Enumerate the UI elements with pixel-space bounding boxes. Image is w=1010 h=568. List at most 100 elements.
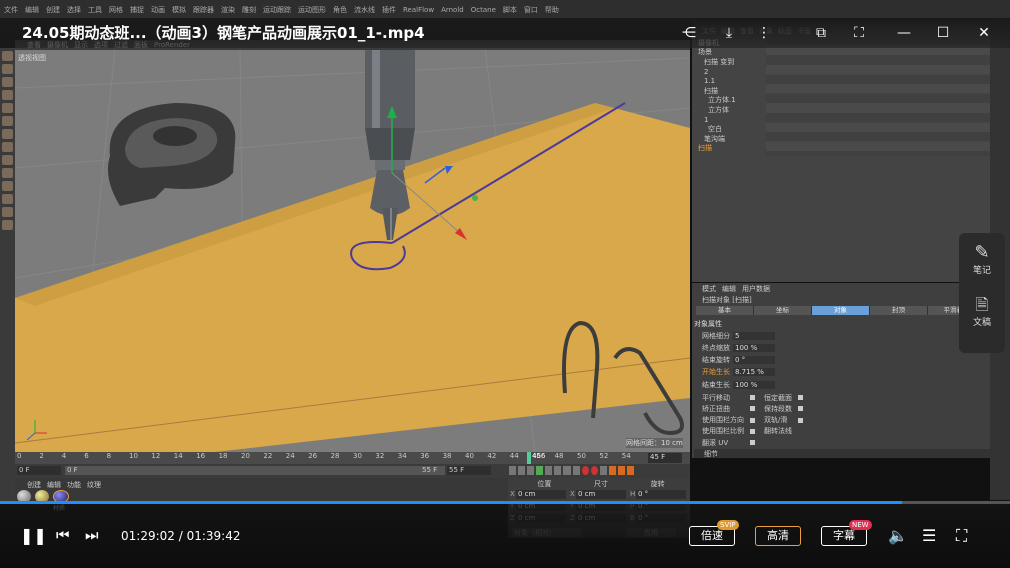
tool-icon[interactable] [2, 77, 13, 87]
menu-item[interactable]: 运动图形 [298, 5, 326, 15]
menu-item[interactable]: 选择 [67, 5, 81, 15]
tool-icon[interactable] [2, 155, 13, 165]
share-icon[interactable]: ⋲ [680, 24, 698, 42]
attr-menu-item[interactable]: 模式 [702, 284, 716, 294]
crop-icon[interactable]: ⛶ [850, 24, 868, 42]
prev-frame-icon[interactable] [527, 466, 535, 475]
go-end-icon[interactable] [563, 466, 571, 475]
tool-icon[interactable] [2, 220, 13, 230]
property-value[interactable]: 100 % [733, 343, 775, 352]
object-row[interactable]: 空白 [694, 124, 814, 134]
checkbox[interactable] [798, 395, 803, 400]
key-scale-icon[interactable] [627, 466, 635, 475]
property-value[interactable]: 0 ° [733, 356, 775, 365]
tool-icon[interactable] [2, 90, 13, 100]
tool-icon[interactable] [2, 181, 13, 191]
minimize-icon[interactable]: — [895, 24, 913, 42]
coord-value[interactable]: 0 ° [636, 490, 686, 499]
next-frame-icon[interactable] [545, 466, 553, 475]
checkbox[interactable] [750, 428, 755, 434]
record-icon[interactable] [581, 466, 589, 475]
3d-viewport[interactable] [15, 48, 690, 452]
object-row[interactable]: 1 [694, 115, 814, 125]
next-icon[interactable]: ⏭ [85, 526, 99, 544]
download-icon[interactable]: ⤓ [720, 24, 738, 42]
object-row[interactable]: 扫描 [694, 144, 814, 154]
object-row[interactable]: 立方体 [694, 105, 814, 115]
checkbox-row[interactable]: 使用围栏比例 [696, 427, 760, 436]
checkbox-row[interactable]: 翻转法线 [758, 427, 804, 436]
menu-item[interactable]: 动画 [151, 5, 165, 15]
material-menu-item[interactable]: 创建 [27, 480, 41, 490]
property-value[interactable]: 100 % [733, 380, 775, 389]
property-value[interactable]: 8.715 % [733, 368, 775, 377]
object-row[interactable]: 2 [694, 67, 814, 77]
menu-item[interactable]: 创建 [46, 5, 60, 15]
tool-icon[interactable] [2, 168, 13, 178]
menu-item[interactable]: 编辑 [25, 5, 39, 15]
object-row[interactable]: 扫描 [694, 86, 814, 96]
end-frame[interactable]: 55 F [447, 466, 491, 475]
attr-tab[interactable]: 基本 [696, 306, 754, 315]
previous-icon[interactable]: ⏮ [56, 526, 70, 544]
attr-menu-item[interactable]: 编辑 [722, 284, 736, 294]
object-row[interactable]: 场景 [694, 48, 814, 58]
playlist-icon[interactable]: ☰ [922, 526, 936, 545]
menu-item[interactable]: 工具 [88, 5, 102, 15]
checkbox[interactable] [750, 406, 755, 412]
object-row[interactable]: 1.1 [694, 76, 814, 86]
checkbox-row[interactable]: 平行移动 [696, 393, 760, 402]
menu-item[interactable]: 模拟 [172, 5, 186, 15]
menu-item[interactable]: 脚本 [503, 5, 517, 15]
volume-icon[interactable]: 🔈 [888, 526, 908, 545]
attr-tab[interactable]: 坐标 [754, 306, 812, 315]
menu-item[interactable]: 文件 [4, 5, 18, 15]
coord-value[interactable]: 0 cm [576, 490, 626, 499]
material-menu-item[interactable]: 纹理 [87, 480, 101, 490]
menu-item[interactable]: 帮助 [545, 5, 559, 15]
range-slider[interactable]: 0 F [65, 466, 445, 475]
object-row[interactable]: 扫描 变到 [694, 57, 814, 67]
next-key-icon[interactable] [554, 466, 562, 475]
checkbox[interactable] [750, 440, 755, 446]
menu-item[interactable]: 流水线 [354, 5, 375, 15]
attr-tab[interactable]: 对象 [812, 306, 870, 315]
object-row[interactable]: 立方体.1 [694, 96, 814, 106]
menu-item[interactable]: 捕捉 [130, 5, 144, 15]
checkbox[interactable] [750, 395, 755, 400]
tool-icon[interactable] [2, 116, 13, 126]
menu-item[interactable]: Arnold [441, 6, 464, 14]
quality-button[interactable]: 高清 [755, 526, 801, 546]
checkbox[interactable] [798, 406, 803, 412]
close-icon[interactable]: ✕ [975, 24, 993, 42]
menu-item[interactable]: Octane [471, 6, 496, 14]
key-icon[interactable] [599, 466, 607, 475]
pause-icon[interactable]: ❚❚ [20, 526, 47, 545]
menu-item[interactable]: 角色 [333, 5, 347, 15]
coord-value[interactable]: 0 cm [516, 490, 566, 499]
tool-icon[interactable] [2, 207, 13, 217]
checkbox-row[interactable]: 恒定截面 [758, 393, 804, 402]
tool-icon[interactable] [2, 64, 13, 74]
checkbox-row[interactable]: 双轨/滑 [758, 416, 804, 425]
attr-menu-item[interactable]: 用户数据 [742, 284, 770, 294]
checkbox-row[interactable]: 保持段数 [758, 404, 804, 413]
checkbox-row[interactable]: 使用围栏方向 [696, 416, 760, 425]
timeline-playhead[interactable] [527, 452, 531, 464]
current-frame[interactable]: 45 F [648, 453, 682, 463]
timeline-ruler[interactable]: 0 2 4 6 8 10 12 14 16 18 20 22 24 26 28 30 32 34 36 38 40 42 4… [15, 452, 690, 464]
go-start-icon[interactable] [509, 466, 517, 475]
play-icon[interactable] [536, 466, 544, 475]
menu-item[interactable]: RealFlow [403, 6, 434, 14]
tool-icon[interactable] [2, 51, 13, 61]
tool-icon[interactable] [2, 129, 13, 139]
material-menu-item[interactable]: 功能 [67, 480, 81, 490]
menu-item[interactable]: 运动跟踪 [263, 5, 291, 15]
checkbox-row[interactable]: 翻滚 UV [696, 438, 760, 447]
maximize-icon[interactable]: ☐ [934, 24, 952, 42]
start-frame[interactable]: 0 F [17, 466, 61, 475]
menu-item[interactable]: 插件 [382, 5, 396, 15]
object-row[interactable]: 笔沟端 [694, 134, 814, 144]
checkbox-row[interactable]: 矫正扭曲 [696, 404, 760, 413]
detail-section[interactable]: 细节 [694, 449, 990, 458]
